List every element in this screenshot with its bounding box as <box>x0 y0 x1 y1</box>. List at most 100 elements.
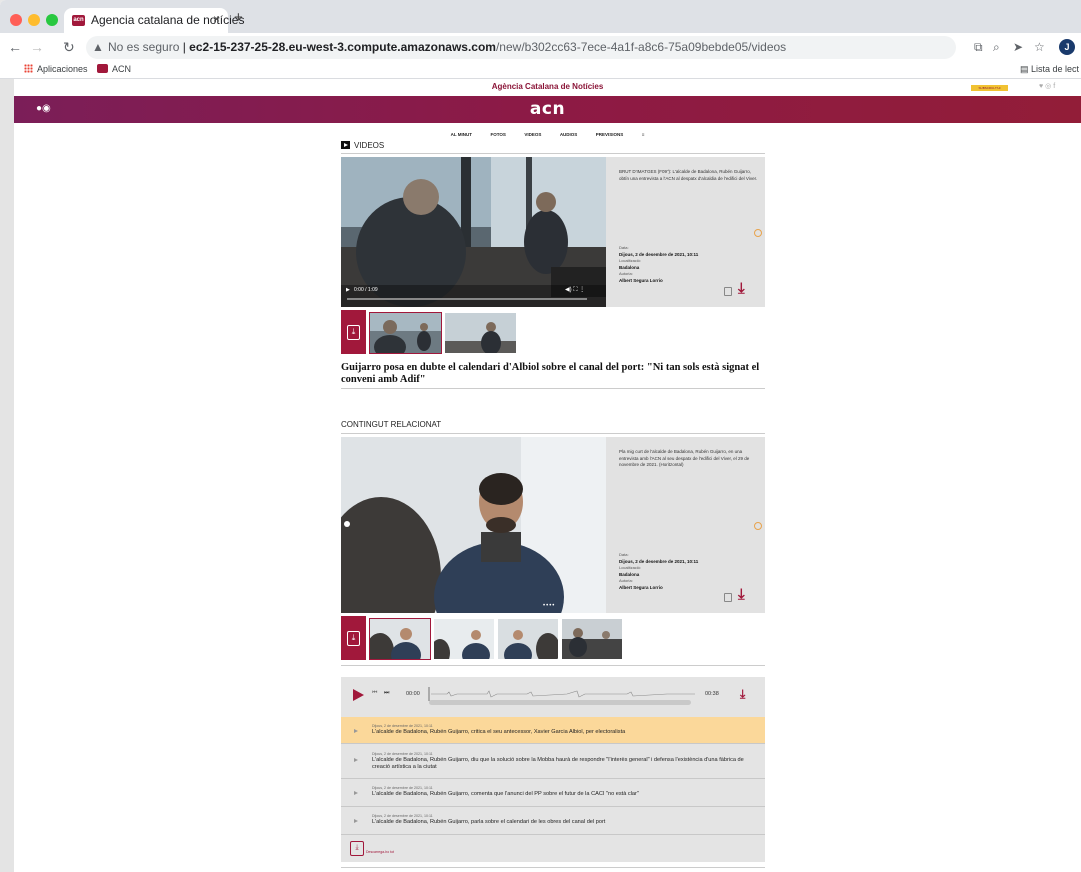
audio-item-title: L'alcalde de Badalona, Rubén Guijarro, c… <box>372 791 639 797</box>
audio-item-title: L'alcalde de Badalona, Rubén Guijarro, d… <box>372 757 744 770</box>
browser-toolbar: ← → ↻ ▲ No es seguro | ec2-15-237-25-28.… <box>0 33 1081 62</box>
zoom-icon[interactable]: ⌕ <box>993 39 1000 55</box>
next-icon[interactable]: ⏭ <box>384 690 389 697</box>
tab-strip: acn Agencia catalana de notícies × + <box>0 0 1081 33</box>
divider <box>341 153 765 154</box>
scroll-indicator-icon[interactable] <box>754 522 762 530</box>
apps-grid-icon <box>24 64 33 73</box>
video-player[interactable]: ▶ 0:00 / 1:09 ◀) ⛶ ⋮ <box>341 157 606 307</box>
download-tile[interactable]: ⤓ <box>341 616 366 660</box>
audio-item-title: L'alcalde de Badalona, Rubén Guijarro, p… <box>372 819 606 825</box>
copy-icon[interactable] <box>724 593 732 602</box>
video-description: BRUT D'IMATGES (F09"): L'alcalde de Bada… <box>619 169 758 181</box>
related-block: •••• Pla mig curt de l'alcalde de Badalo… <box>341 437 765 613</box>
nav-videos[interactable]: VIDEOS <box>524 127 541 142</box>
nav-fotos[interactable]: FOTOS <box>490 127 505 142</box>
download-file-icon: ⤓ <box>347 631 360 646</box>
audio-item-title: L'alcalde de Badalona, Rubén Guijarro, c… <box>372 729 626 735</box>
audio-item-date: Dijous, 2 de desembre de 2021, 10:11 <box>372 814 433 818</box>
video-thumbnails: ⤓ <box>341 310 765 354</box>
download-icon[interactable]: ⤓ <box>738 587 745 602</box>
article-headline[interactable]: Guijarro posa en dubte el calendari d'Al… <box>341 362 765 386</box>
thumbnail-2[interactable] <box>445 313 516 353</box>
share-icon[interactable]: ➤ <box>1013 39 1023 55</box>
download-icon[interactable]: ⤓ <box>740 687 745 701</box>
fullscreen-icon[interactable]: ◀) ⛶ ⋮ <box>565 286 585 294</box>
related-heading: CONTINGUT RELACIONAT <box>341 420 442 429</box>
play-icon[interactable] <box>353 689 364 701</box>
divider <box>341 665 765 666</box>
videos-heading: VIDEOS <box>341 141 384 150</box>
minimize-window-button[interactable] <box>28 14 40 26</box>
previous-icon[interactable]: ⏮ <box>372 690 377 697</box>
audio-item[interactable]: Dijous, 2 de desembre de 2021, 10:11 L'a… <box>341 744 765 779</box>
web-page: Agència Catalana de Notícies SUBSCRIU-T'… <box>14 79 1081 872</box>
play-icon[interactable] <box>354 758 358 762</box>
thumbnail-1[interactable] <box>369 312 442 354</box>
audio-progress-track[interactable] <box>429 700 691 705</box>
download-tile[interactable]: ⤓ <box>341 310 366 354</box>
audio-time-end: 00:38 <box>705 691 719 697</box>
bookmark-star-icon[interactable]: ☆ <box>1034 39 1045 55</box>
audio-item[interactable]: Dijous, 2 de desembre de 2021, 10:11 L'a… <box>341 779 765 807</box>
social-icons[interactable]: ♥◎f <box>1039 82 1057 90</box>
audio-item-date: Dijous, 2 de desembre de 2021, 10:11 <box>372 724 433 728</box>
reading-list[interactable]: ▤ Lista de lect <box>1020 64 1079 75</box>
copy-icon[interactable] <box>724 287 732 296</box>
thumbnail-3[interactable] <box>498 619 558 659</box>
main-nav: AL MINUT FOTOS VIDEOS AUDIOS PREVISIONS … <box>14 123 1081 138</box>
audio-player: ⏮ ⏭ 00:00 00:38 ⤓ <box>341 677 765 713</box>
warning-icon: ▲ <box>92 40 104 54</box>
thumbnail-1[interactable] <box>369 618 431 660</box>
acn-favicon-icon: acn <box>72 15 85 26</box>
nav-al-minut[interactable]: AL MINUT <box>451 127 472 142</box>
carousel-dot-icon[interactable] <box>344 521 350 527</box>
download-all-icon[interactable]: ⤓ <box>350 841 364 856</box>
browser-tab[interactable]: acn Agencia catalana de notícies × <box>64 8 244 33</box>
video-block: ▶ 0:00 / 1:09 ◀) ⛶ ⋮ BRUT D'IMATGES (F09… <box>341 157 765 307</box>
profile-avatar[interactable]: J <box>1059 39 1075 55</box>
play-icon[interactable] <box>354 819 358 823</box>
divider <box>341 433 765 434</box>
audio-item-date: Dijous, 2 de desembre de 2021, 10:11 <box>372 786 433 790</box>
nav-previsions[interactable]: PREVISIONS <box>596 127 624 142</box>
new-tab-button[interactable]: + <box>234 10 243 25</box>
download-all-label[interactable]: Descarrega-ho tot <box>366 850 394 854</box>
video-metadata: Data: Dijous, 2 de desembre de 2021, 10:… <box>619 245 699 283</box>
subscribe-button[interactable]: SUBSCRIU-T'HI <box>971 85 1008 91</box>
play-icon[interactable] <box>354 791 358 795</box>
thumbnail-2[interactable] <box>434 619 494 659</box>
close-window-button[interactable] <box>10 14 22 26</box>
tab-title: Agencia catalana de notícies <box>91 13 245 27</box>
address-bar[interactable]: ▲ No es seguro | ec2-15-237-25-28.eu-wes… <box>86 36 956 59</box>
video-controls[interactable]: ▶ 0:00 / 1:09 <box>346 287 378 293</box>
back-arrow-icon[interactable]: ← <box>8 39 22 55</box>
scroll-indicator-icon[interactable] <box>754 229 762 237</box>
related-image[interactable]: •••• <box>341 437 606 613</box>
audio-time-start: 00:00 <box>406 691 420 697</box>
related-frame <box>341 437 606 613</box>
reload-icon[interactable]: ↻ <box>63 39 75 55</box>
divider <box>341 867 765 868</box>
acn-logo[interactable]: acn <box>14 99 1081 119</box>
bookmark-apps[interactable]: Aplicaciones <box>24 64 88 74</box>
audio-item[interactable]: Dijous, 2 de desembre de 2021, 10:11 L'a… <box>341 717 765 744</box>
related-description: Pla mig curt de l'alcalde de Badalona, R… <box>619 449 750 467</box>
carousel-indicators[interactable]: •••• <box>543 603 555 609</box>
translate-icon[interactable]: ⧉ <box>974 39 983 55</box>
thumbnail-4[interactable] <box>562 619 622 659</box>
download-icon[interactable]: ⤓ <box>738 281 745 296</box>
audio-block: ⏮ ⏭ 00:00 00:38 ⤓ Dijous, 2 de desembre … <box>341 677 765 862</box>
agency-title: Agència Catalana de Notícies <box>491 82 604 91</box>
tab-close-icon[interactable]: × <box>213 12 220 26</box>
play-icon[interactable] <box>354 729 358 733</box>
maximize-window-button[interactable] <box>46 14 58 26</box>
bookmark-acn[interactable]: ACN <box>97 64 131 74</box>
acn-favicon-icon <box>97 64 108 73</box>
forward-arrow-icon[interactable]: → <box>30 39 44 55</box>
menu-icon[interactable]: ≡ <box>642 127 645 142</box>
video-icon <box>341 141 350 149</box>
nav-audios[interactable]: AUDIOS <box>560 127 578 142</box>
site-header: ●◉ acn <box>14 96 1081 123</box>
audio-item[interactable]: Dijous, 2 de desembre de 2021, 10:11 L'a… <box>341 807 765 835</box>
